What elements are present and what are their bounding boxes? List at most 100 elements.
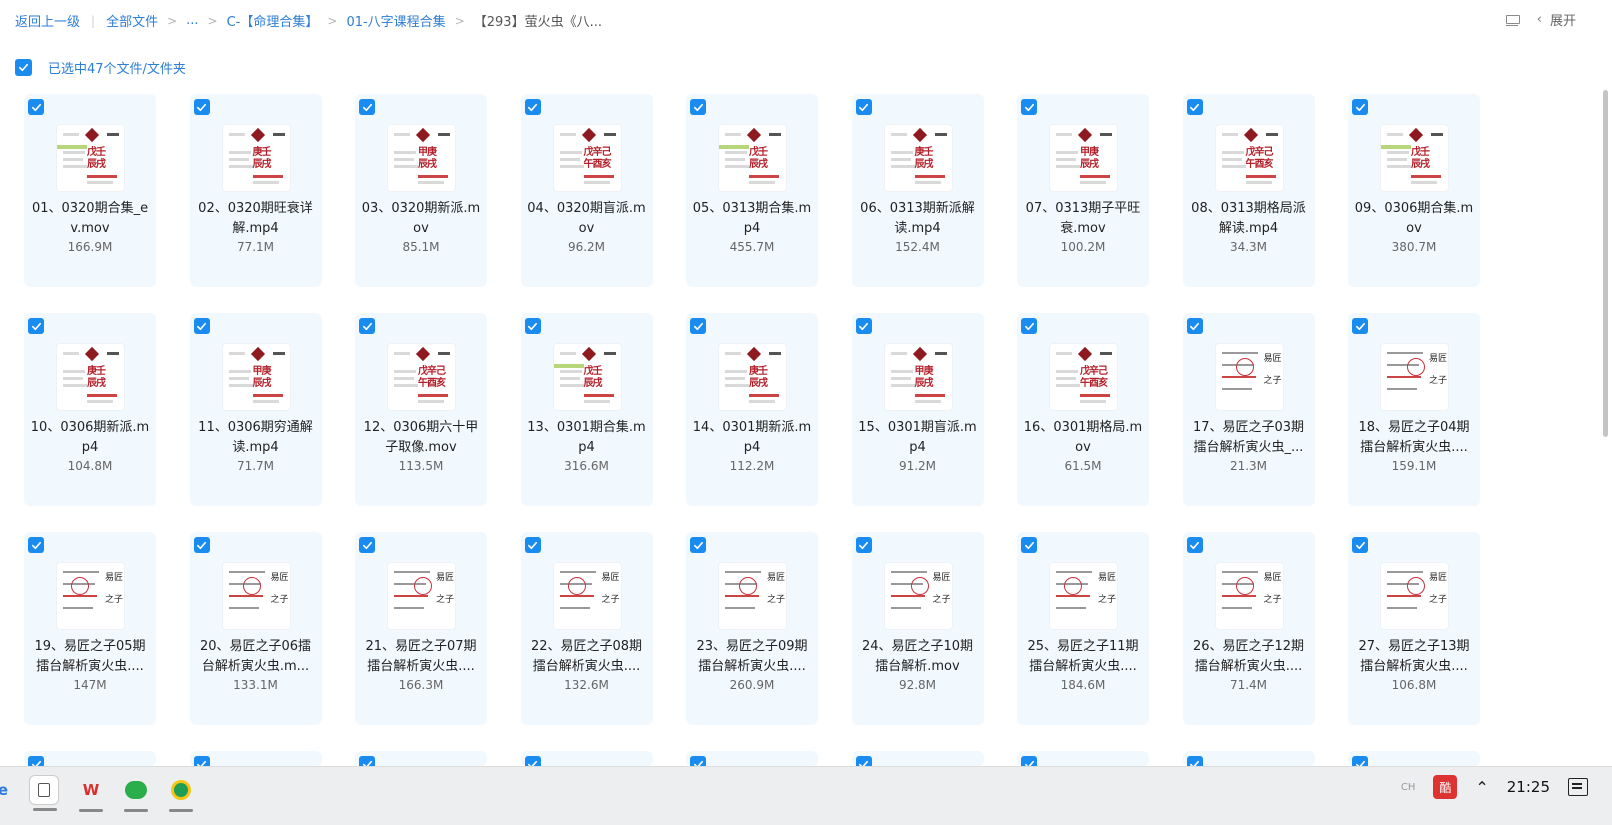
file-checkbox[interactable] bbox=[28, 318, 44, 334]
ime-indicator[interactable]: CH bbox=[1401, 782, 1416, 793]
file-card[interactable]: 甲庚 辰戌 07、0313期子平旺衰.mov 100.2M bbox=[1017, 94, 1149, 287]
file-card[interactable]: 易匠 之子 21、易匠之子07期擂台解析寅火虫.... 166.3M bbox=[355, 532, 487, 725]
file-card[interactable]: 易匠 之子 19、易匠之子05期擂台解析寅火虫.... 147M bbox=[24, 532, 156, 725]
file-checkbox[interactable] bbox=[690, 537, 706, 553]
file-card-partial[interactable] bbox=[1348, 751, 1480, 772]
file-checkbox[interactable] bbox=[28, 537, 44, 553]
file-name[interactable]: 13、0301期合集.mp4 bbox=[525, 418, 649, 458]
file-name[interactable]: 17、易匠之子03期擂台解析寅火虫_... bbox=[1187, 418, 1311, 458]
file-name[interactable]: 07、0313期子平旺衰.mov bbox=[1021, 199, 1145, 239]
file-card[interactable]: 甲庚 辰戌 11、0306期穷通解读.mp4 71.7M bbox=[189, 313, 322, 506]
file-card[interactable]: 戊辛己 午酉亥 12、0306期六十甲子取像.mov 113.5M bbox=[355, 313, 487, 506]
file-card[interactable]: 甲庚 辰戌 03、0320期新派.mov 85.1M bbox=[355, 94, 487, 287]
file-checkbox[interactable] bbox=[1186, 537, 1203, 553]
file-card-partial[interactable] bbox=[24, 751, 156, 772]
file-card[interactable]: 易匠 之子 18、易匠之子04期擂台解析寅火虫.... 159.1M bbox=[1348, 313, 1480, 506]
file-checkbox[interactable] bbox=[1021, 318, 1037, 334]
file-name[interactable]: 11、0306期穷通解读.mp4 bbox=[194, 418, 318, 458]
file-checkbox[interactable] bbox=[1186, 99, 1203, 115]
file-card[interactable]: 易匠 之子 26、易匠之子12期擂台解析寅火虫.... 71.4M bbox=[1182, 532, 1315, 725]
file-name[interactable]: 03、0320期新派.mov bbox=[359, 199, 483, 239]
file-checkbox[interactable] bbox=[524, 99, 541, 115]
file-name[interactable]: 26、易匠之子12期擂台解析寅火虫.... bbox=[1187, 637, 1311, 677]
file-name[interactable]: 02、0320期旺衰详解.mp4 bbox=[194, 199, 318, 239]
file-checkbox[interactable] bbox=[690, 99, 706, 115]
file-card-partial[interactable] bbox=[520, 751, 653, 772]
select-all-checkbox[interactable] bbox=[15, 59, 32, 76]
file-checkbox[interactable] bbox=[855, 318, 872, 334]
file-card-partial[interactable] bbox=[851, 751, 984, 772]
file-card[interactable]: 易匠 之子 25、易匠之子11期擂台解析寅火虫.... 184.6M bbox=[1017, 532, 1149, 725]
tray-app-icon[interactable]: 酷 bbox=[1433, 775, 1458, 799]
file-name[interactable]: 21、易匠之子07期擂台解析寅火虫.... bbox=[359, 637, 483, 677]
file-name[interactable]: 23、易匠之子09期擂台解析寅火虫.... bbox=[690, 637, 814, 677]
file-card[interactable]: 戊辛己 午酉亥 04、0320期盲派.mov 96.2M bbox=[520, 94, 653, 287]
wechat-icon[interactable] bbox=[121, 775, 151, 812]
file-name[interactable]: 25、易匠之子11期擂台解析寅火虫.... bbox=[1021, 637, 1145, 677]
browser-icon[interactable] bbox=[166, 775, 196, 812]
file-name[interactable]: 09、0306期合集.mov bbox=[1352, 199, 1476, 239]
notification-icon[interactable] bbox=[1568, 778, 1588, 796]
edge-icon[interactable]: e bbox=[0, 775, 18, 805]
file-card[interactable]: 易匠 之子 22、易匠之子08期擂台解析寅火虫.... 132.6M bbox=[520, 532, 653, 725]
file-card[interactable]: 易匠 之子 17、易匠之子03期擂台解析寅火虫_... 21.3M bbox=[1182, 313, 1315, 506]
file-card[interactable]: 戊壬 辰戌 09、0306期合集.mov 380.7M bbox=[1348, 94, 1480, 287]
file-checkbox[interactable] bbox=[855, 537, 872, 553]
file-checkbox[interactable] bbox=[524, 318, 541, 334]
file-checkbox[interactable] bbox=[193, 537, 210, 553]
file-card-partial[interactable] bbox=[1017, 751, 1149, 772]
file-card[interactable]: 易匠 之子 24、易匠之子10期擂台解析.mov 92.8M bbox=[851, 532, 984, 725]
file-card[interactable]: 易匠 之子 27、易匠之子13期擂台解析寅火虫.... 106.8M bbox=[1348, 532, 1480, 725]
file-name[interactable]: 10、0306期新派.mp4 bbox=[28, 418, 152, 458]
file-card-partial[interactable] bbox=[189, 751, 322, 772]
file-checkbox[interactable] bbox=[1352, 99, 1368, 115]
file-card[interactable]: 甲庚 辰戌 15、0301期盲派.mp4 91.2M bbox=[851, 313, 984, 506]
file-card[interactable]: 庚壬 辰戌 06、0313期新派解读.mp4 152.4M bbox=[851, 94, 984, 287]
file-card[interactable]: 庚壬 辰戌 02、0320期旺衰详解.mp4 77.1M bbox=[189, 94, 322, 287]
file-card-partial[interactable] bbox=[1182, 751, 1315, 772]
file-checkbox[interactable] bbox=[690, 318, 706, 334]
breadcrumb-sub-folder[interactable]: 01-八字课程合集 bbox=[346, 11, 445, 30]
file-card[interactable]: 戊辛己 午酉亥 16、0301期格局.mov 61.5M bbox=[1017, 313, 1149, 506]
file-checkbox[interactable] bbox=[193, 99, 210, 115]
file-checkbox[interactable] bbox=[1021, 99, 1037, 115]
file-checkbox[interactable] bbox=[359, 99, 375, 115]
file-card[interactable]: 庚壬 辰戌 14、0301期新派.mp4 112.2M bbox=[686, 313, 818, 506]
file-checkbox[interactable] bbox=[524, 537, 541, 553]
list-view-icon[interactable] bbox=[1505, 13, 1520, 27]
file-name[interactable]: 27、易匠之子13期擂台解析寅火虫.... bbox=[1352, 637, 1476, 677]
file-card-partial[interactable] bbox=[355, 751, 487, 772]
file-checkbox[interactable] bbox=[1352, 318, 1368, 334]
file-name[interactable]: 20、易匠之子06擂台解析寅火虫.m... bbox=[194, 637, 318, 677]
file-checkbox[interactable] bbox=[1352, 537, 1368, 553]
breadcrumb-c-folder[interactable]: C-【命理合集】 bbox=[227, 11, 319, 30]
file-card[interactable]: 易匠 之子 20、易匠之子06擂台解析寅火虫.m... 133.1M bbox=[189, 532, 322, 725]
back-link[interactable]: 返回上一级 bbox=[15, 11, 80, 30]
file-name[interactable]: 15、0301期盲派.mp4 bbox=[856, 418, 980, 458]
file-name[interactable]: 05、0313期合集.mp4 bbox=[690, 199, 814, 239]
expand-button[interactable]: ‹ 展开 bbox=[1537, 10, 1576, 29]
file-name[interactable]: 08、0313期格局派解读.mp4 bbox=[1187, 199, 1311, 239]
breadcrumb-all-files[interactable]: 全部文件 bbox=[106, 11, 158, 30]
file-name[interactable]: 01、0320期合集_ev.mov bbox=[28, 199, 152, 239]
system-clock[interactable]: 21:25 bbox=[1507, 778, 1550, 796]
file-checkbox[interactable] bbox=[193, 318, 210, 334]
file-checkbox[interactable] bbox=[1186, 318, 1203, 334]
notepad-icon[interactable] bbox=[29, 775, 59, 811]
file-checkbox[interactable] bbox=[1021, 537, 1037, 553]
file-card-partial[interactable] bbox=[686, 751, 818, 772]
file-card[interactable]: 戊辛己 午酉亥 08、0313期格局派解读.mp4 34.3M bbox=[1182, 94, 1315, 287]
file-name[interactable]: 22、易匠之子08期擂台解析寅火虫.... bbox=[525, 637, 649, 677]
breadcrumb-ellipsis[interactable]: ... bbox=[186, 13, 198, 28]
file-name[interactable]: 12、0306期六十甲子取像.mov bbox=[359, 418, 483, 458]
file-name[interactable]: 18、易匠之子04期擂台解析寅火虫.... bbox=[1352, 418, 1476, 458]
file-name[interactable]: 19、易匠之子05期擂台解析寅火虫.... bbox=[28, 637, 152, 677]
vertical-scrollbar[interactable] bbox=[1603, 90, 1608, 437]
file-checkbox[interactable] bbox=[359, 318, 375, 334]
file-card[interactable]: 庚壬 辰戌 10、0306期新派.mp4 104.8M bbox=[24, 313, 156, 506]
file-card[interactable]: 戊壬 辰戌 05、0313期合集.mp4 455.7M bbox=[686, 94, 818, 287]
file-checkbox[interactable] bbox=[28, 99, 44, 115]
file-name[interactable]: 14、0301期新派.mp4 bbox=[690, 418, 814, 458]
file-card[interactable]: 戊壬 辰戌 13、0301期合集.mp4 316.6M bbox=[520, 313, 653, 506]
file-name[interactable]: 04、0320期盲派.mov bbox=[525, 199, 649, 239]
